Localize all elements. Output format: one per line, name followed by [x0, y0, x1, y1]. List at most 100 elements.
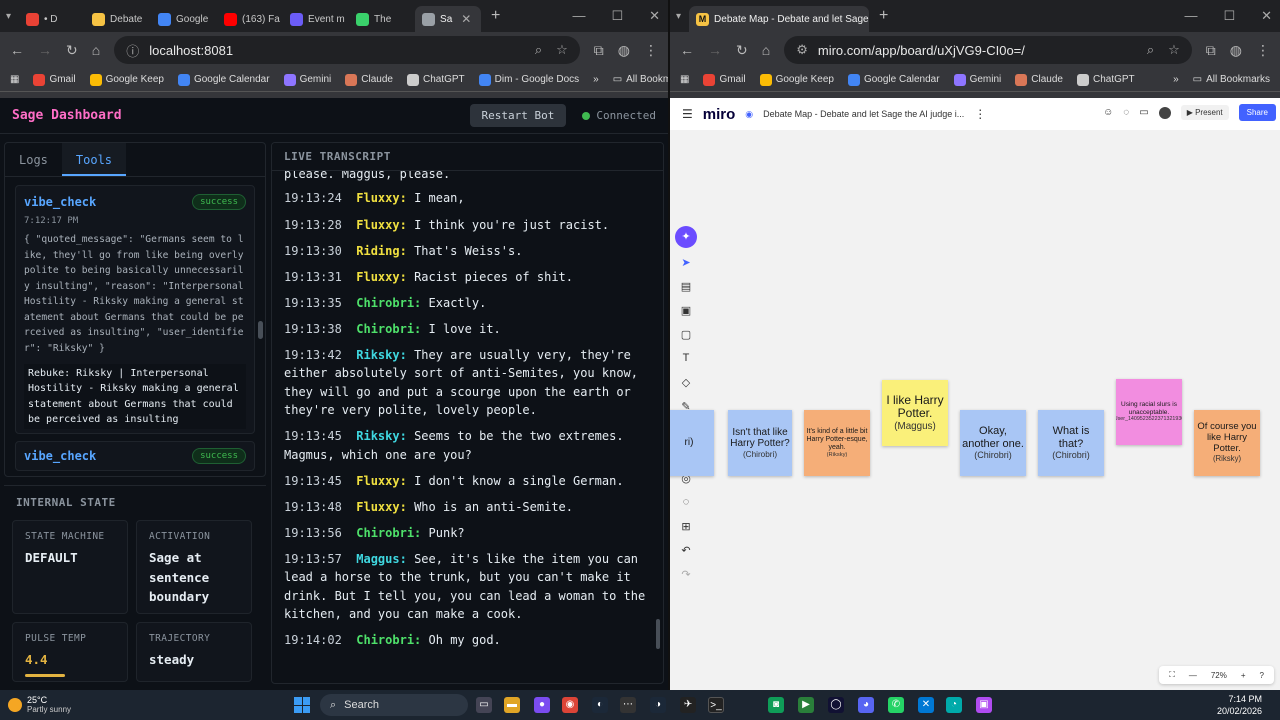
ai-assist-icon[interactable]: ✦ — [675, 226, 697, 248]
bookmark-star-icon[interactable]: ☆ — [1168, 42, 1180, 58]
back-icon[interactable]: ← — [680, 42, 694, 58]
forward-icon[interactable]: → — [38, 42, 52, 58]
bookmark-item[interactable]: Dim - Google Docs — [478, 73, 579, 86]
reload-icon[interactable]: ↻ — [736, 42, 748, 59]
back-icon[interactable]: ← — [10, 42, 24, 58]
profile-avatar[interactable]: ◍ — [1230, 42, 1242, 59]
taskbar-search[interactable]: ⌕ Search — [320, 694, 468, 716]
video-icon[interactable]: ▭ — [1139, 107, 1148, 118]
app-icon[interactable]: ◔ — [946, 697, 962, 713]
site-info-icon[interactable]: ⓘ — [126, 41, 139, 60]
hamburger-menu-icon[interactable]: ☰ — [682, 107, 693, 121]
address-bar[interactable]: ⓘ localhost:8081 ⌕ ☆ — [114, 36, 580, 64]
discord-icon[interactable]: ◕ — [858, 697, 874, 713]
bookmark-item[interactable]: Google Keep — [89, 73, 164, 86]
weather-widget[interactable]: 25°C Partly sunny — [8, 695, 71, 715]
steam-icon[interactable]: ◐ — [592, 697, 608, 713]
app-icon[interactable]: ✕ — [918, 697, 934, 713]
close-window-button[interactable]: ✕ — [1261, 8, 1272, 24]
bookmark-item[interactable]: Google Calendar — [847, 73, 940, 86]
extensions-icon[interactable]: ⧉ — [1206, 42, 1216, 59]
bookmark-item[interactable]: Gmail — [703, 73, 746, 86]
comments-icon[interactable]: ◌ — [1123, 107, 1129, 118]
start-button[interactable] — [294, 697, 310, 713]
task-view-icon[interactable]: ▭ — [476, 697, 492, 713]
all-bookmarks[interactable]: ▭All Bookmarks — [1193, 74, 1270, 85]
tab-miro[interactable]: M Debate Map - Debate and let Sage th ✕ — [689, 6, 870, 32]
all-bookmarks[interactable]: ▭All Bookmarks — [613, 74, 668, 85]
browser-tab[interactable]: Event m — [283, 6, 349, 32]
zoom-icon[interactable]: ⌕ — [1147, 42, 1154, 58]
profile-avatar[interactable]: ◍ — [618, 42, 630, 59]
text-icon[interactable]: T — [677, 352, 695, 368]
bookmark-item[interactable]: Gemini — [953, 73, 1001, 86]
reactions-icon[interactable]: ☺ — [1103, 107, 1113, 118]
minimize-button[interactable]: — — [1184, 8, 1197, 24]
close-window-button[interactable]: ✕ — [649, 8, 660, 24]
app-icon[interactable]: ● — [534, 697, 550, 713]
bookmark-item[interactable]: Google Calendar — [177, 73, 270, 86]
new-tab-button[interactable]: + — [491, 7, 500, 25]
shapes-icon[interactable]: ◇ — [677, 376, 695, 392]
tab-tools[interactable]: Tools — [61, 143, 127, 176]
sticky-note[interactable]: I like Harry Potter. (Maggus) — [882, 380, 948, 446]
whatsapp-icon[interactable]: ✆ — [888, 697, 904, 713]
more-bookmarks-icon[interactable]: » — [1173, 74, 1179, 85]
share-button[interactable]: Share — [1238, 104, 1276, 121]
site-info-icon[interactable]: ⚙ — [796, 42, 808, 58]
apps-icon[interactable]: ▦ — [10, 74, 19, 85]
minimize-button[interactable]: — — [572, 8, 585, 24]
sticky-note[interactable]: ri) — [670, 410, 714, 476]
bookmark-item[interactable]: Claude — [345, 73, 393, 86]
restart-bot-button[interactable]: Restart Bot — [469, 104, 567, 127]
app-icon[interactable]: ▶ — [798, 697, 814, 713]
redo-icon[interactable]: ↷ — [677, 568, 695, 584]
zoom-level[interactable]: 72% — [1211, 671, 1227, 680]
frame-icon[interactable]: ▣ — [677, 304, 695, 320]
system-clock[interactable]: 7:14 PM 20/02/2026 — [1217, 693, 1262, 717]
zoom-icon[interactable]: ⌕ — [535, 42, 542, 58]
bookmark-item[interactable]: Google Keep — [759, 73, 834, 86]
menu-icon[interactable]: ⋮ — [644, 42, 658, 59]
fit-to-screen-icon[interactable]: ⛶ — [1169, 670, 1175, 680]
board-title[interactable]: Debate Map - Debate and let Sage the AI … — [763, 109, 964, 119]
maximize-button[interactable]: ☐ — [611, 8, 623, 24]
tab-search-icon[interactable]: ▾ — [676, 11, 681, 22]
bookmark-star-icon[interactable]: ☆ — [556, 42, 568, 58]
sticky-note[interactable]: It's kind of a little bit Harry Potter-e… — [804, 410, 870, 476]
browser-tab[interactable]: Google — [151, 6, 217, 32]
maximize-button[interactable]: ☐ — [1223, 8, 1235, 24]
bookmark-item[interactable]: Gemini — [283, 73, 331, 86]
app-icon[interactable]: ✈ — [680, 697, 696, 713]
tab-search-icon[interactable]: ▾ — [6, 11, 11, 22]
browser-tab[interactable]: Sa ✕ — [415, 6, 482, 32]
bookmark-item[interactable]: ChatGPT — [406, 73, 465, 86]
file-explorer-icon[interactable]: ▬ — [504, 697, 520, 713]
home-icon[interactable]: ⌂ — [762, 42, 770, 58]
select-icon[interactable]: ➤ — [677, 256, 695, 272]
sticky-note[interactable]: What is that? (Chirobri) — [1038, 410, 1104, 476]
help-icon[interactable]: ? — [1260, 671, 1264, 680]
transcript-scrollbar[interactable] — [656, 619, 660, 649]
menu-icon[interactable]: ⋮ — [1256, 42, 1270, 59]
sticky-note[interactable]: Using racial slurs is unacceptable.(User… — [1116, 379, 1182, 445]
new-tab-button[interactable]: + — [879, 7, 888, 25]
app-icon[interactable]: ◙ — [768, 697, 784, 713]
chrome-icon[interactable]: ◉ — [562, 697, 578, 713]
tools-scrollbar[interactable] — [258, 321, 263, 339]
zoom-in-button[interactable]: + — [1241, 671, 1246, 680]
board-menu-icon[interactable]: ⋮ — [974, 107, 986, 121]
miro-board[interactable]: ☰ miro ◉ Debate Map - Debate and let Sag… — [670, 98, 1280, 690]
browser-tab[interactable]: • D — [19, 6, 85, 32]
home-icon[interactable]: ⌂ — [92, 42, 100, 58]
bookmark-item[interactable]: Gmail — [33, 73, 76, 86]
add-more-icon[interactable]: ⊞ — [677, 520, 695, 536]
steam-icon[interactable]: ◑ — [650, 697, 666, 713]
address-bar[interactable]: ⚙ miro.com/app/board/uXjVG9-CI0o=/ ⌕ ☆ — [784, 36, 1192, 64]
zoom-out-button[interactable]: — — [1189, 671, 1197, 680]
app-icon[interactable]: ▣ — [976, 697, 992, 713]
undo-icon[interactable]: ↶ — [677, 544, 695, 560]
tab-logs[interactable]: Logs — [5, 143, 62, 176]
browser-tab[interactable]: The — [349, 6, 415, 32]
templates-icon[interactable]: ▤ — [677, 280, 695, 296]
